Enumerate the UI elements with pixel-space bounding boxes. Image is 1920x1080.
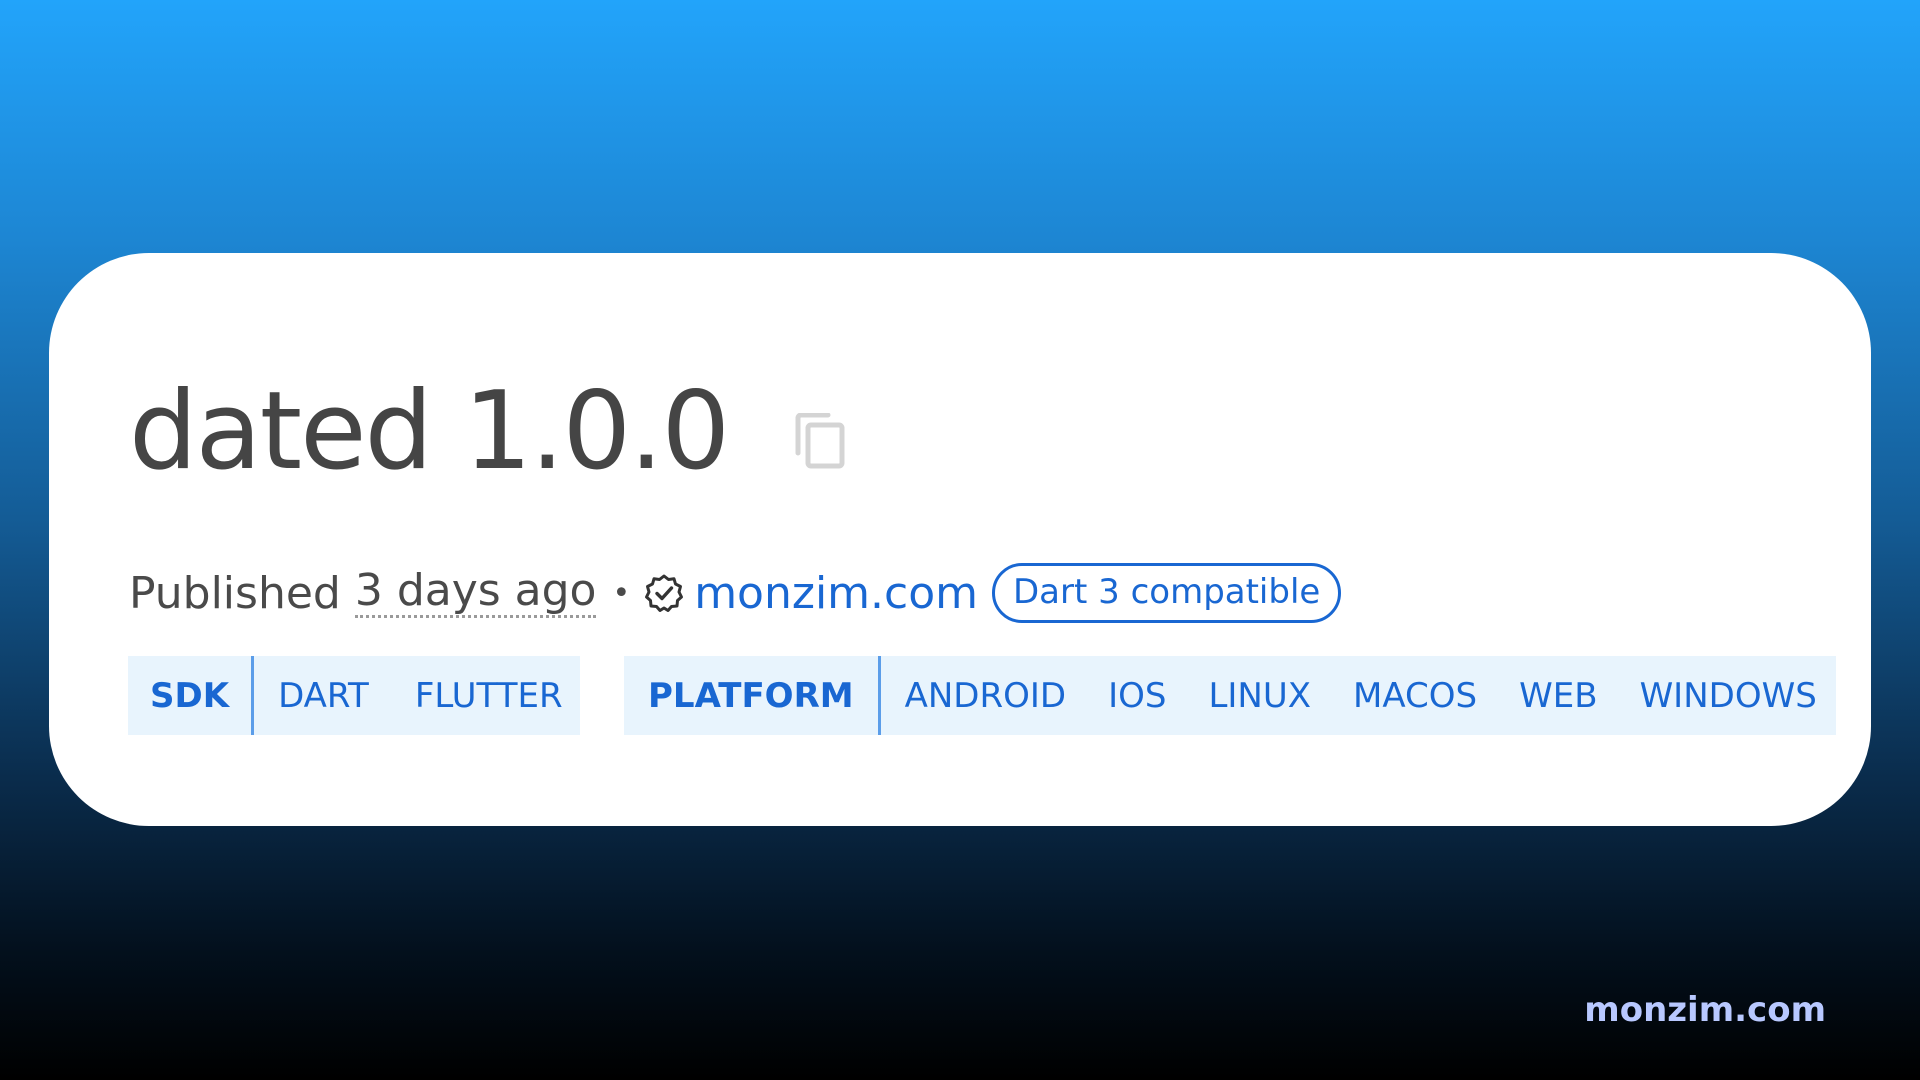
sdk-tag-flutter[interactable]: FLUTTER <box>415 676 563 716</box>
platform-tag-windows[interactable]: WINDOWS <box>1640 676 1817 716</box>
dart3-compatible-badge[interactable]: Dart 3 compatible <box>992 563 1342 623</box>
sdk-tag-dart[interactable]: DART <box>278 676 369 716</box>
verified-publisher-icon <box>644 573 684 613</box>
sdk-tag-group: SDK DART FLUTTER <box>128 656 580 735</box>
package-title: dated 1.0.0 <box>129 369 730 494</box>
platform-tag-group: PLATFORM ANDROID IOS LINUX MACOS WEB WIN… <box>624 656 1836 735</box>
watermark-text: monzim.com <box>1584 990 1826 1030</box>
package-meta-row: Published 3 days ago • monzim.com Dart 3… <box>129 558 1342 628</box>
publisher-link[interactable]: monzim.com <box>694 568 978 619</box>
package-header-card: dated 1.0.0 Published 3 days ago • monzi… <box>49 253 1871 826</box>
title-row: dated 1.0.0 <box>129 378 846 486</box>
platform-tag-android[interactable]: ANDROID <box>905 676 1066 716</box>
platform-tag-web[interactable]: WEB <box>1519 676 1597 716</box>
platform-tag-linux[interactable]: LINUX <box>1208 676 1311 716</box>
platform-tag-ios[interactable]: IOS <box>1108 676 1166 716</box>
copy-icon[interactable] <box>794 413 846 469</box>
published-time[interactable]: 3 days ago <box>354 568 597 618</box>
separator-dot: • <box>612 575 631 611</box>
platform-label[interactable]: PLATFORM <box>624 656 881 735</box>
platform-tag-macos[interactable]: MACOS <box>1353 676 1477 716</box>
sdk-label[interactable]: SDK <box>128 656 255 735</box>
published-label: Published <box>129 567 341 619</box>
